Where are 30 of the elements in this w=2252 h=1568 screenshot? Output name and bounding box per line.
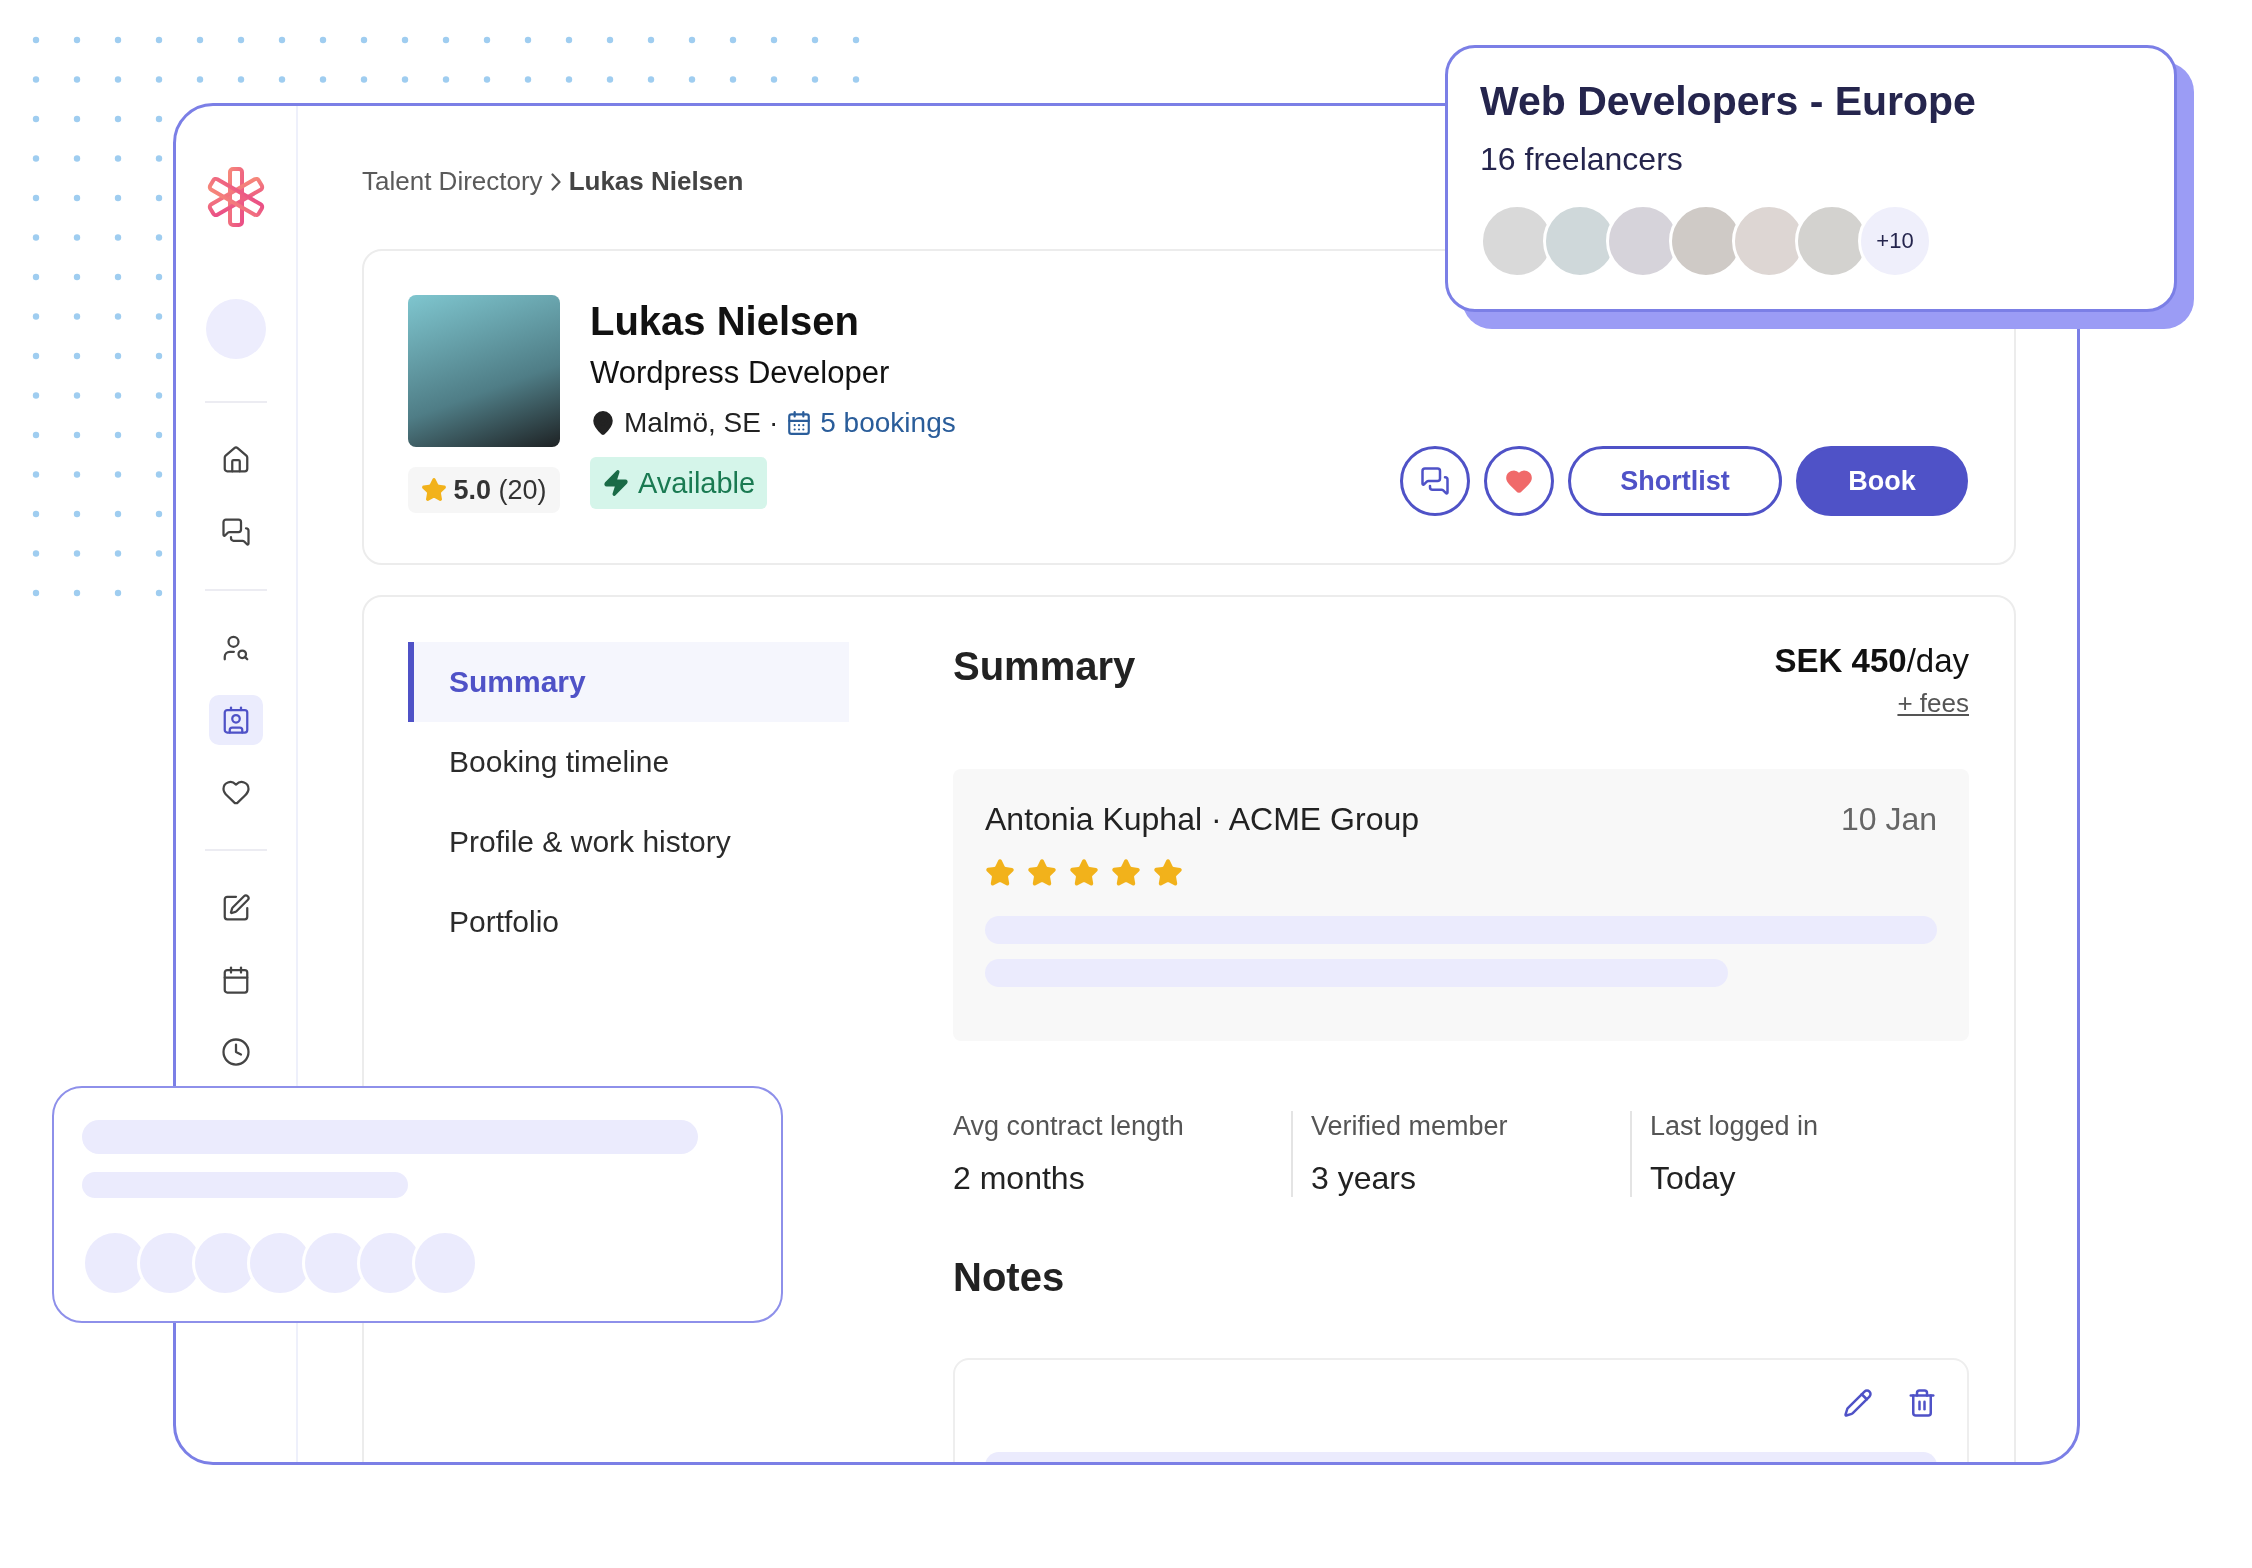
profile-role: Wordpress Developer — [590, 354, 891, 392]
group-count: 16 freelancers — [1480, 141, 1684, 178]
more-count: +10 — [1858, 204, 1932, 278]
group-title: Web Developers - Europe — [1480, 78, 1977, 125]
separator-dot: · — [768, 407, 779, 439]
bookings-link[interactable]: 5 bookings — [820, 407, 956, 439]
shortlist-button[interactable]: Shortlist — [1568, 446, 1782, 516]
stat-label: Avg contract length — [953, 1111, 1185, 1142]
stat-value: Today — [1650, 1160, 1737, 1197]
section-tab[interactable]: Portfolio — [408, 882, 849, 962]
review-author: Antonia Kuphal · ACME Group — [985, 801, 1419, 838]
breadcrumb-link[interactable]: Talent Directory — [362, 166, 543, 197]
stat-label: Last logged in — [1650, 1111, 1820, 1142]
rating-text: 5.0 (20) — [453, 474, 547, 506]
stat-label: Verified member — [1311, 1111, 1509, 1142]
stat-value: 2 months — [953, 1160, 1086, 1197]
status-badge: Available — [590, 457, 768, 509]
section-heading: Notes — [953, 1255, 1066, 1300]
profile-name: Lukas Nielsen — [590, 298, 860, 345]
book-button[interactable]: Book — [1796, 446, 1968, 516]
section-heading: Summary — [953, 644, 1136, 689]
breadcrumb-link[interactable]: Lukas Nielsen — [568, 166, 744, 197]
section-tab[interactable]: Summary — [408, 642, 849, 722]
stat-value: 3 years — [1311, 1160, 1417, 1197]
location-text: Malmö, SE — [624, 407, 761, 439]
day-rate: SEK 450/day — [1774, 642, 1969, 680]
section-tab[interactable]: Booking timeline — [408, 722, 849, 802]
review-date: 10 Jan — [1840, 801, 1937, 838]
fees-link[interactable]: + fees — [1897, 688, 1969, 719]
section-tab[interactable]: Profile & work history — [408, 802, 849, 882]
